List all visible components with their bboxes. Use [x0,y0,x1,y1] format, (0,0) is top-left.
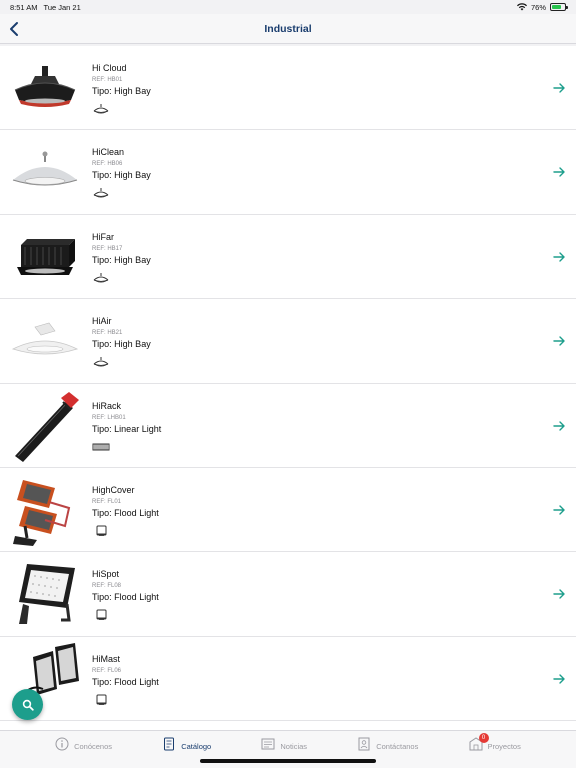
nav-bar: Industrial [0,14,576,44]
product-type: Tipo: Flood Light [92,507,159,518]
catalog-icon [162,737,176,756]
product-row[interactable]: HiRack REF: LHB01 Tipo: Linear Light [0,383,576,468]
contact-icon [357,737,371,756]
product-ref: REF: HB17 [92,245,123,252]
tab-label: Proyectos [487,741,521,751]
battery-fill [552,5,561,9]
arrow-right-icon[interactable] [552,334,566,348]
high-bay-icon [92,186,110,198]
product-row[interactable]: HiMast REF: FL06 Tipo: Flood Light [0,636,576,722]
tab-label: Conócenos [74,741,113,751]
screen: 8:51 AM Tue Jan 21 76% Industrial Hi Clo… [0,0,576,768]
arrow-right-icon[interactable] [552,419,566,433]
product-name: Hi Cloud [92,63,127,73]
product-type: Tipo: Flood Light [92,592,159,603]
product-row[interactable]: Hi Cloud REF: HB01 Tipo: High Bay [0,46,576,131]
product-ref: REF: FL08 [92,583,122,590]
product-ref: REF: FL01 [92,498,122,505]
battery-icon [550,3,568,11]
status-date: Tue Jan 21 [43,2,81,12]
search-icon [22,699,34,711]
high-bay-icon [92,102,110,114]
tab-news[interactable]: Noticias [261,731,307,761]
info-icon [55,737,69,756]
arrow-right-icon[interactable] [552,165,566,179]
product-type: Tipo: Flood Light [92,676,159,687]
tab-projects[interactable]: 0 Proyectos [469,731,521,761]
product-name: HighCover [92,484,135,495]
product-name: HiFar [92,231,114,242]
product-image [8,558,82,630]
product-name: HiMast [92,653,121,664]
product-type: Tipo: High Bay [92,170,151,181]
product-row[interactable]: HiAir REF: HB21 Tipo: High Bay [0,299,576,384]
search-fab-button[interactable] [12,689,43,720]
news-icon [261,737,275,756]
tab-label: Contáctanos [376,741,419,751]
tab-catalog[interactable]: Catálogo [162,731,211,761]
product-ref: REF: LHB01 [92,414,126,421]
product-image [8,221,82,293]
product-image [8,474,82,546]
product-image [8,52,82,124]
tab-label: Catálogo [181,741,212,751]
status-time: 8:51 AM [10,2,38,12]
high-bay-icon [92,355,110,367]
product-name: HiSpot [92,569,120,580]
flood-light-icon [92,608,110,621]
arrow-right-icon[interactable] [552,672,566,686]
wifi-icon [516,3,527,11]
product-ref: REF: HB06 [92,161,123,168]
product-image [8,390,82,462]
product-image [8,136,82,208]
back-chevron-icon[interactable] [6,20,24,38]
flood-light-icon [92,524,110,536]
tab-label: Noticias [280,741,308,751]
product-image [8,305,82,377]
product-type: Tipo: High Bay [92,86,151,96]
arrow-right-icon[interactable] [552,503,566,517]
arrow-right-icon[interactable] [552,587,566,601]
linear-light-icon [92,440,110,452]
arrow-right-icon[interactable] [552,250,566,264]
product-name: HiClean [92,147,125,158]
product-row[interactable]: HighCover REF: FL01 Tipo: Flood Light [0,467,576,553]
status-bar: 8:51 AM Tue Jan 21 76% [0,0,576,14]
product-name: HiRack [92,400,122,411]
product-type: Tipo: High Bay [92,339,151,350]
arrow-right-icon[interactable] [552,81,566,95]
projects-badge: 0 [478,733,489,743]
high-bay-icon [92,271,110,283]
battery-percent: 76% [530,2,546,12]
product-row[interactable]: HiClean REF: HB06 Tipo: High Bay [0,130,576,215]
home-indicator [200,759,376,763]
product-ref: REF: FL06 [92,667,122,674]
product-row[interactable]: HiFar REF: HB17 Tipo: High Bay [0,214,576,300]
product-row[interactable]: HiSpot REF: FL08 Tipo: Flood Light [0,552,576,637]
product-list[interactable]: Hi Cloud REF: HB01 Tipo: High Bay HiClean RE… [0,46,576,730]
tab-info[interactable]: Conócenos [55,731,112,761]
product-ref: REF: HB01 [92,77,123,83]
page-title: Industrial [264,22,312,35]
product-type: Tipo: Linear Light [92,423,162,434]
product-ref: REF: HB21 [92,330,123,337]
flood-light-icon [92,693,110,705]
product-type: Tipo: High Bay [92,254,151,265]
product-name: HiAir [92,316,112,327]
tab-contact[interactable]: Contáctanos [357,731,418,761]
